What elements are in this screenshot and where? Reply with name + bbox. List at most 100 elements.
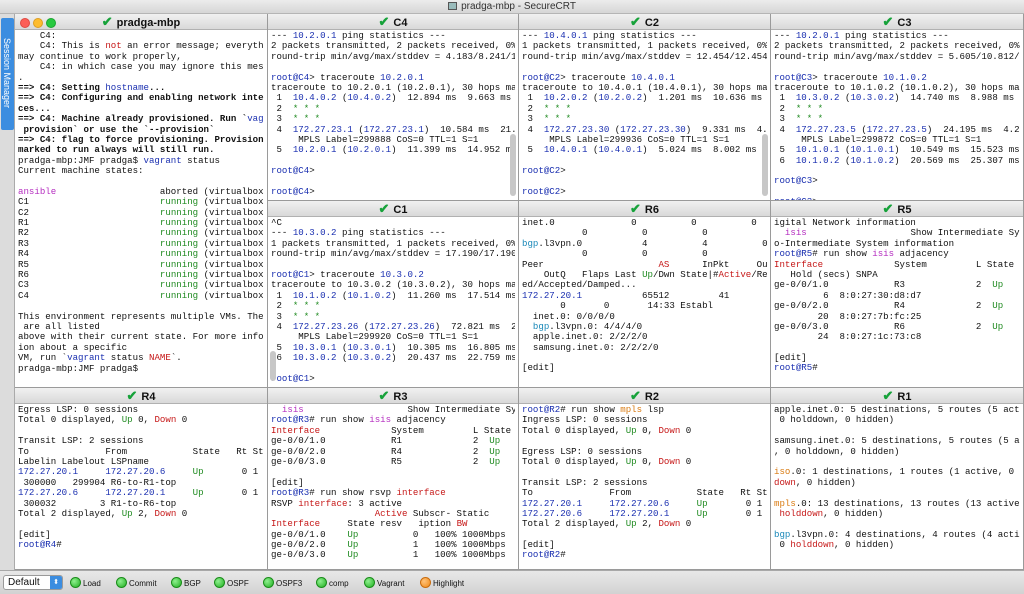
terminal-output[interactable]: C4: C4: This is not an error message; ev… xyxy=(15,30,267,375)
load-button[interactable]: Load xyxy=(70,577,101,589)
terminal-output[interactable]: --- 10.4.0.1 ping statistics --- 1 packet… xyxy=(519,30,770,198)
bgp-button[interactable]: BGP xyxy=(171,577,201,589)
terminal-text: running xyxy=(159,218,199,229)
terminal-text: 0 0 14:33 Establ xyxy=(522,301,713,312)
terminal-text: bgp xyxy=(774,529,791,540)
terminal-output[interactable]: --- 10.2.0.1 ping statistics --- 2 packet… xyxy=(268,30,518,198)
terminal-text: 1 100% 1000Mbps 1000M xyxy=(412,550,506,561)
terminal-output[interactable]: --- 10.2.0.1 ping statistics --- 2 packet… xyxy=(771,30,1023,200)
terminal-text: 0 0 0 xyxy=(522,228,708,239)
terminal-pane-r2[interactable]: ✔ R2 root@R2# run show mpls lsp Ingress LS… xyxy=(519,388,771,570)
ospf3-button[interactable]: OSPF3 xyxy=(263,577,302,589)
zoom-window-button[interactable] xyxy=(46,18,56,28)
terminal-text: ( xyxy=(609,124,621,135)
button-bar-selector[interactable]: Default ⬍ xyxy=(3,575,63,590)
terminal-text: may continue to work properly, xyxy=(18,51,182,62)
terminal-line: Hold (secs) SNPA xyxy=(774,270,1020,280)
terminal-text: 10.1.0.2 xyxy=(883,72,927,83)
terminal-text: 2 xyxy=(271,103,293,114)
terminal-output[interactable]: root@R2# run show mpls lsp Ingress LSP: 0… xyxy=(519,404,770,562)
terminal-text: ==> C4: flag to force provisioning. Prov… xyxy=(18,134,264,145)
terminal-text: # xyxy=(56,540,62,551)
terminal-line: 4 172.27.23.5 (172.27.23.5) 24.195 ms 4.… xyxy=(774,125,1020,135)
terminal-text: root@C3 xyxy=(774,72,813,83)
terminal-output[interactable]: inet.0 0 0 0 0 0 0 bgp.l3vpn.0 4 4 0 0 0 … xyxy=(519,217,770,375)
terminal-pane-r1[interactable]: ✔ R1 apple.inet.0: 5 destinations, 5 rout… xyxy=(771,388,1024,570)
terminal-text: 10.3.0.1 xyxy=(347,342,392,353)
terminal-text: samsung.inet.0: 5 destinations, 5 routes… xyxy=(774,436,1020,447)
terminal-line: [edit] xyxy=(774,353,1020,363)
vertical-scrollbar[interactable] xyxy=(762,134,768,196)
terminal-text: ces... xyxy=(18,103,51,114)
terminal-output[interactable]: ^C --- 10.3.0.2 ping statistics --- 1 pack… xyxy=(268,217,518,385)
terminal-text: 10.4.0.2 xyxy=(292,93,337,104)
terminal-text: ge-0/0/1.0 R3 2 xyxy=(774,280,993,291)
close-window-button[interactable] xyxy=(20,18,30,28)
terminal-text: .0: 1 destinations, 1 routes (1 active, … xyxy=(790,467,1020,478)
comp-button[interactable]: comp xyxy=(316,577,349,589)
terminal-text: traceroute to 10.4.0.1 (10.4.0.1), 30 ho… xyxy=(522,82,767,93)
terminal-text: , 0 hidden) xyxy=(823,508,884,519)
terminal-text: 0 xyxy=(176,508,188,519)
terminal-line: 4 172.27.23.30 (172.27.23.30) 9.331 ms 4… xyxy=(522,125,767,135)
terminal-text: MPLS Label=299888 CoS=0 TTL=1 S=1 xyxy=(271,134,479,145)
terminal-output[interactable]: igital Network information isis Show Int… xyxy=(771,217,1023,375)
terminal-text: Active xyxy=(718,269,752,280)
terminal-line: 6 10.1.0.2 (10.1.0.2) 20.569 ms 25.307 m… xyxy=(774,156,1020,166)
connected-check-icon: ✔ xyxy=(882,388,894,403)
terminal-pane-c4[interactable]: ✔ C4 --- 10.2.0.1 ping statistics --- 2 pa… xyxy=(268,14,519,201)
terminal-text: NAME xyxy=(149,353,171,364)
terminal-text: Show Intermediate System-t xyxy=(910,228,1020,239)
connected-check-icon: ✔ xyxy=(630,14,641,29)
vertical-scrollbar[interactable] xyxy=(510,134,516,196)
terminal-text: Up xyxy=(489,456,501,467)
button-label: OSPF xyxy=(227,579,249,588)
terminal-text: vagrant xyxy=(247,114,264,125)
terminal-line: 3 * * * xyxy=(774,114,1020,124)
terminal-pane-c1[interactable]: ✔ C1 ^C --- 10.3.0.2 ping statistics --- 1 … xyxy=(268,201,519,388)
commit-button[interactable]: Commit xyxy=(116,577,157,589)
terminal-text: > xyxy=(309,166,315,177)
pane-header-pradga-mbp: ✔ pradga-mbp xyxy=(15,14,267,30)
terminal-text: RSVP xyxy=(271,498,299,509)
terminal-pane-r3[interactable]: ✔R3 isis Show Intermediate System-toroot… xyxy=(268,388,519,570)
vagrant-button[interactable]: Vagrant xyxy=(364,577,404,589)
terminal-text: 3 xyxy=(522,114,544,125)
terminal-line: 2 * * * xyxy=(522,104,767,114)
highlight-button[interactable]: Highlight xyxy=(420,577,464,589)
vertical-scrollbar[interactable] xyxy=(270,351,276,381)
terminal-pane-r4[interactable]: ✔ R4 Egress LSP: 0 sessions Total 0 displa… xyxy=(15,388,268,570)
terminal-output[interactable]: isis Show Intermediate System-toroot@R3#… xyxy=(268,404,518,562)
terminal-output[interactable]: apple.inet.0: 5 destinations, 5 routes (… xyxy=(771,404,1023,551)
terminal-text: running xyxy=(159,207,199,218)
terminal-pane-pradga-mbp[interactable]: ✔ pradga-mbp C4: C4: This is not an error… xyxy=(15,14,268,388)
session-manager-tab[interactable]: Session Manager xyxy=(1,18,14,130)
terminal-line: To From State Rt Style L xyxy=(522,488,767,498)
terminal-line: apple.inet.0: 2/2/2/0 xyxy=(522,332,767,342)
terminal-text: ( xyxy=(358,321,370,332)
terminal-pane-r5[interactable]: ✔ R5 igital Network information isis Show… xyxy=(771,201,1024,388)
terminal-text: # run show xyxy=(812,249,873,260)
terminal-line: round-trip min/avg/max/stddev = 5.605/10… xyxy=(774,52,1020,62)
terminal-line: Ingress LSP: 0 sessions xyxy=(522,415,767,425)
terminal-line: root@R3# run show rsvp interface xyxy=(271,488,515,498)
terminal-pane-r6[interactable]: ✔ R6 inet.0 0 0 0 0 0 0 bgp.l3vpn.0 4 4 0 … xyxy=(519,201,771,388)
terminal-text: ) 5.024 ms 8.002 ms 4.980 xyxy=(642,145,757,156)
terminal-pane-c3[interactable]: ✔ C3 --- 10.2.0.1 ping statistics --- 2 pa… xyxy=(771,14,1024,201)
terminal-pane-c2[interactable]: ✔ C2 --- 10.4.0.1 ping statistics --- 1 pa… xyxy=(519,14,771,201)
minimize-window-button[interactable] xyxy=(33,18,43,28)
terminal-output[interactable]: Egress LSP: 0 sessions Total 0 displayed,… xyxy=(15,404,267,551)
terminal-line: ion about a specific xyxy=(18,343,264,353)
pane-header-c2: ✔ C2 xyxy=(519,14,770,30)
terminal-line: round-trip min/avg/max/stddev = 17.190/1… xyxy=(271,249,515,259)
connected-check-icon: ✔ xyxy=(630,388,641,403)
terminal-text: inet.0 0 0 0 xyxy=(522,218,757,228)
ospf-button[interactable]: OSPF xyxy=(214,577,249,589)
terminal-text: Up xyxy=(347,550,359,561)
